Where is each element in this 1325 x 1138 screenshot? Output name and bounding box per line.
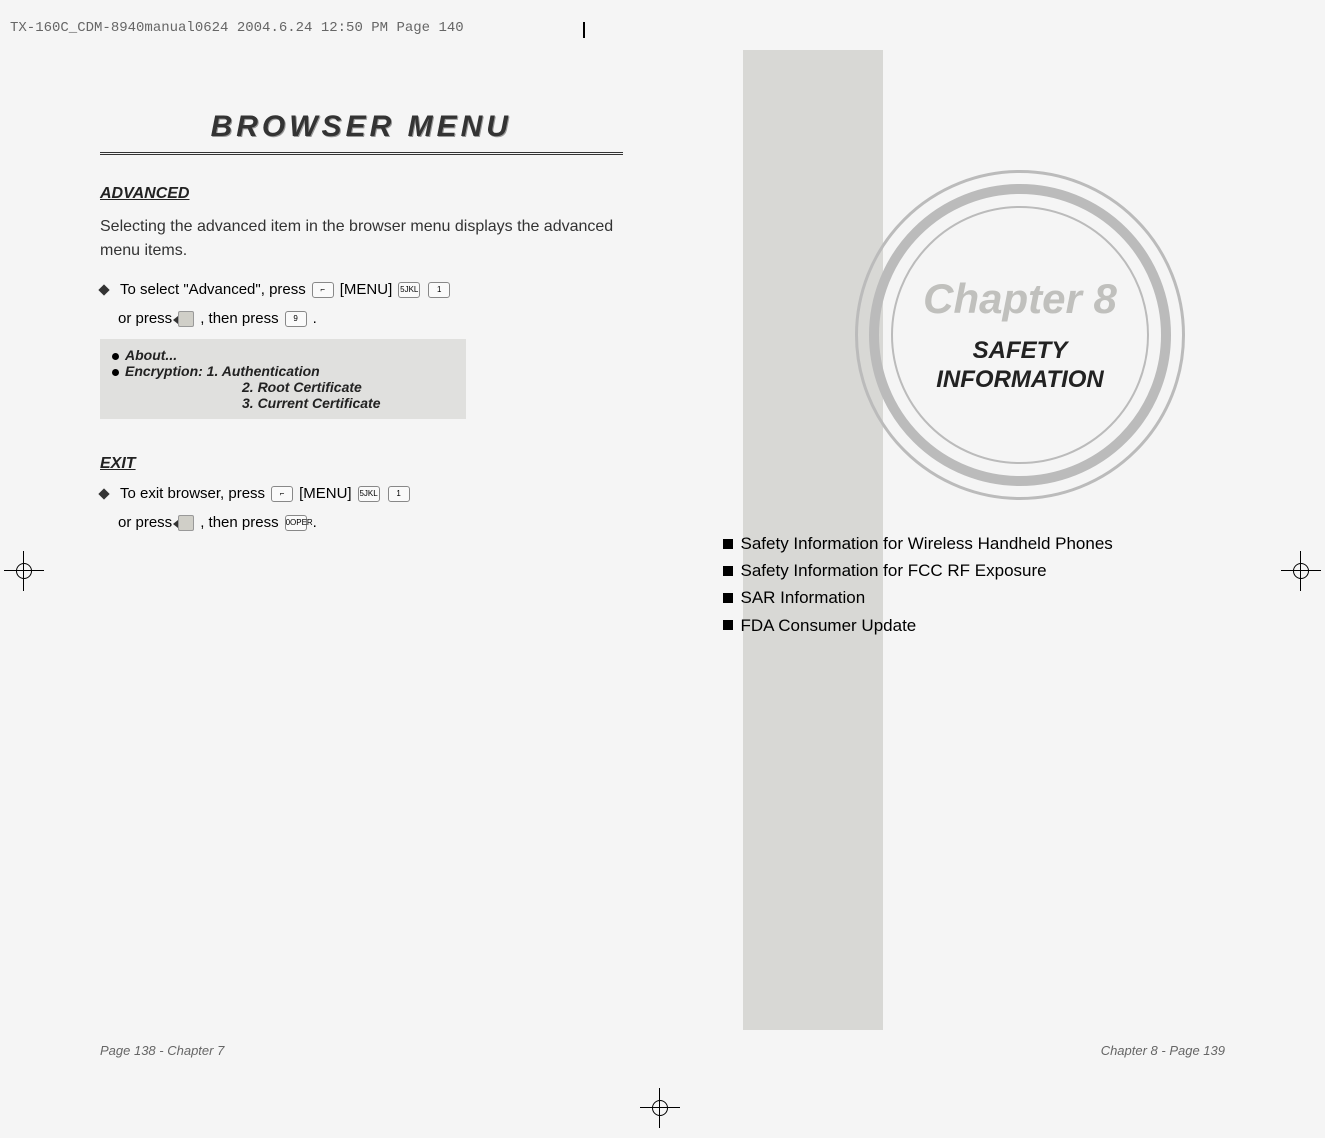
- advanced-options-box: About... Encryption: 1. Authentication 2…: [100, 339, 466, 419]
- box-line-current-cert: 3. Current Certificate: [242, 395, 454, 411]
- exit-or-press: or press: [118, 514, 172, 531]
- exit-step-1: To exit browser, press ⌐ [MENU] 5JKL 1: [100, 485, 623, 502]
- diamond-bullet-icon: [98, 284, 109, 295]
- crop-mark-icon: [569, 22, 599, 52]
- exit-then-press: , then press: [200, 514, 278, 531]
- exit-menu-label: [MENU]: [299, 485, 352, 502]
- key-one-icon: 1: [388, 486, 410, 502]
- exit-step-2: or press , then press 0OPER .: [118, 514, 623, 531]
- advanced-description: Selecting the advanced item in the brows…: [100, 215, 623, 263]
- square-bullet-icon: [723, 593, 733, 603]
- advanced-then-press: , then press: [200, 310, 278, 327]
- nav-dpad-icon: [178, 311, 194, 327]
- key-five-icon: 5JKL: [358, 486, 380, 502]
- chapter-subtitle: SAFETY INFORMATION: [936, 337, 1104, 395]
- chapter-circle: Chapter 8 SAFETY INFORMATION: [855, 170, 1185, 500]
- registration-mark-left-icon: [4, 551, 44, 591]
- page-left: BROWSER MENU ADVANCED Selecting the adva…: [60, 80, 663, 1058]
- registration-mark-bottom-icon: [640, 1088, 680, 1128]
- key-nine-icon: 9: [285, 311, 307, 327]
- box-line-encryption: Encryption: 1. Authentication: [112, 363, 454, 379]
- key-zero-icon: 0OPER: [285, 515, 307, 531]
- square-bullet-icon: [723, 566, 733, 576]
- exit-step-prefix: To exit browser, press: [120, 485, 265, 502]
- softkey-icon: ⌐: [312, 282, 334, 298]
- bullet-icon: [112, 353, 119, 360]
- bullet-icon: [112, 369, 119, 376]
- key-five-icon: 5JKL: [398, 282, 420, 298]
- advanced-step-prefix: To select "Advanced", press: [120, 281, 306, 298]
- box-line-root-cert: 2. Root Certificate: [242, 379, 454, 395]
- page-right: Chapter 8 SAFETY INFORMATION Safety Info…: [663, 80, 1266, 1058]
- diamond-bullet-icon: [98, 488, 109, 499]
- advanced-menu-label: [MENU]: [340, 281, 393, 298]
- page-footer-right: Chapter 8 - Page 139: [1101, 1043, 1225, 1058]
- advanced-or-press: or press: [118, 310, 172, 327]
- advanced-step-2: or press , then press 9 .: [118, 310, 623, 327]
- chapter-contents-list: Safety Information for Wireless Handheld…: [723, 530, 1246, 639]
- softkey-icon: ⌐: [271, 486, 293, 502]
- exit-period: .: [313, 514, 317, 531]
- box-line-about: About...: [112, 347, 454, 363]
- registration-mark-right-icon: [1281, 551, 1321, 591]
- advanced-period: .: [313, 310, 317, 327]
- circle-ring-inner: Chapter 8 SAFETY INFORMATION: [891, 206, 1149, 464]
- advanced-heading: ADVANCED: [100, 185, 623, 203]
- square-bullet-icon: [723, 539, 733, 549]
- list-item: Safety Information for Wireless Handheld…: [723, 530, 1246, 557]
- browser-menu-title: BROWSER MENU: [100, 110, 623, 155]
- advanced-step-1: To select "Advanced", press ⌐ [MENU] 5JK…: [100, 281, 623, 298]
- exit-heading: EXIT: [100, 455, 623, 473]
- list-item: Safety Information for FCC RF Exposure: [723, 557, 1246, 584]
- page-footer-left: Page 138 - Chapter 7: [100, 1043, 224, 1058]
- list-item: FDA Consumer Update: [723, 612, 1246, 639]
- list-item: SAR Information: [723, 584, 1246, 611]
- key-one-icon: 1: [428, 282, 450, 298]
- nav-dpad-icon: [178, 515, 194, 531]
- file-header-info: TX-160C_CDM-8940manual0624 2004.6.24 12:…: [10, 20, 464, 36]
- square-bullet-icon: [723, 620, 733, 630]
- chapter-number: Chapter 8: [923, 275, 1117, 323]
